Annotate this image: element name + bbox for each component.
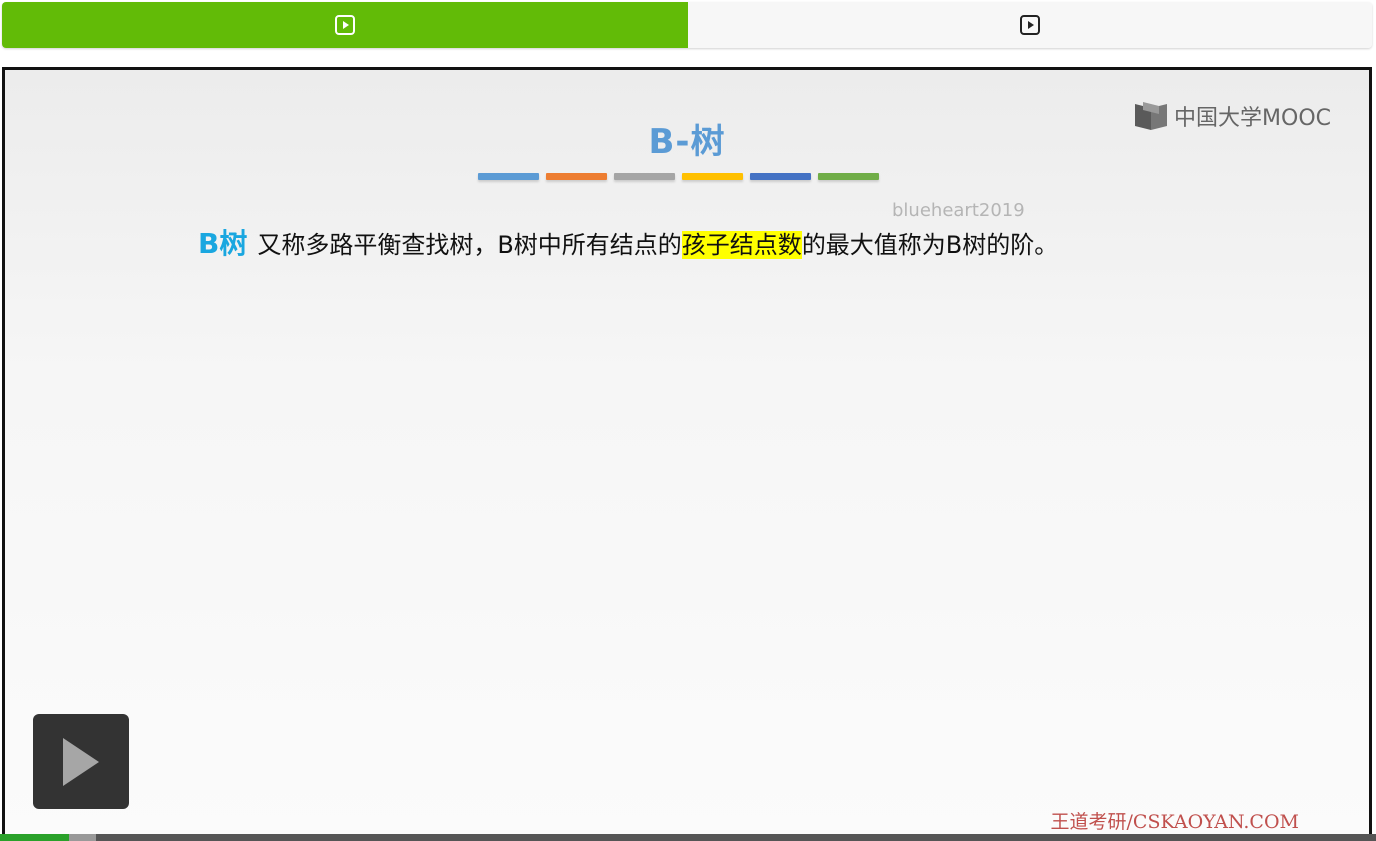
definition-term: B树	[198, 227, 248, 260]
title-underline-bars	[478, 173, 879, 180]
definition-before: 又称多路平衡查找树，B树中所有结点的	[257, 231, 682, 259]
progress-played	[0, 834, 69, 841]
progress-bar[interactable]	[0, 834, 1376, 841]
definition-highlight: 孩子结点数	[681, 231, 802, 259]
credit-text: 王道考研/CSKAOYAN.COM	[1050, 811, 1300, 833]
watermark: blueheart2019	[892, 200, 1025, 221]
play-square-icon	[1020, 15, 1040, 35]
play-square-icon	[335, 15, 355, 35]
underline-bar	[750, 173, 811, 180]
underline-bar	[478, 173, 539, 180]
progress-buffered	[69, 834, 96, 841]
underline-bar	[546, 173, 607, 180]
play-icon	[63, 737, 99, 786]
underline-bar	[614, 173, 675, 180]
underline-bar	[818, 173, 879, 180]
definition-text: B树 又称多路平衡查找树，B树中所有结点的孩子结点数的最大值称为B树的阶。	[198, 222, 1058, 262]
mooc-logo-icon	[1135, 102, 1168, 130]
video-tab-bar	[2, 2, 1372, 48]
video-player[interactable]: B-树 中国大学MOOC blueheart2019 B树 又称多路平衡查找树，B…	[2, 67, 1372, 840]
underline-bar	[682, 173, 743, 180]
definition-after: 的最大值称为B树的阶。	[801, 231, 1059, 259]
mooc-logo: 中国大学MOOC	[1133, 100, 1331, 132]
play-button[interactable]	[33, 714, 129, 809]
video-tab-1[interactable]	[2, 2, 688, 48]
video-tab-2[interactable]	[688, 2, 1372, 48]
mooc-logo-text: 中国大学MOOC	[1174, 106, 1331, 131]
